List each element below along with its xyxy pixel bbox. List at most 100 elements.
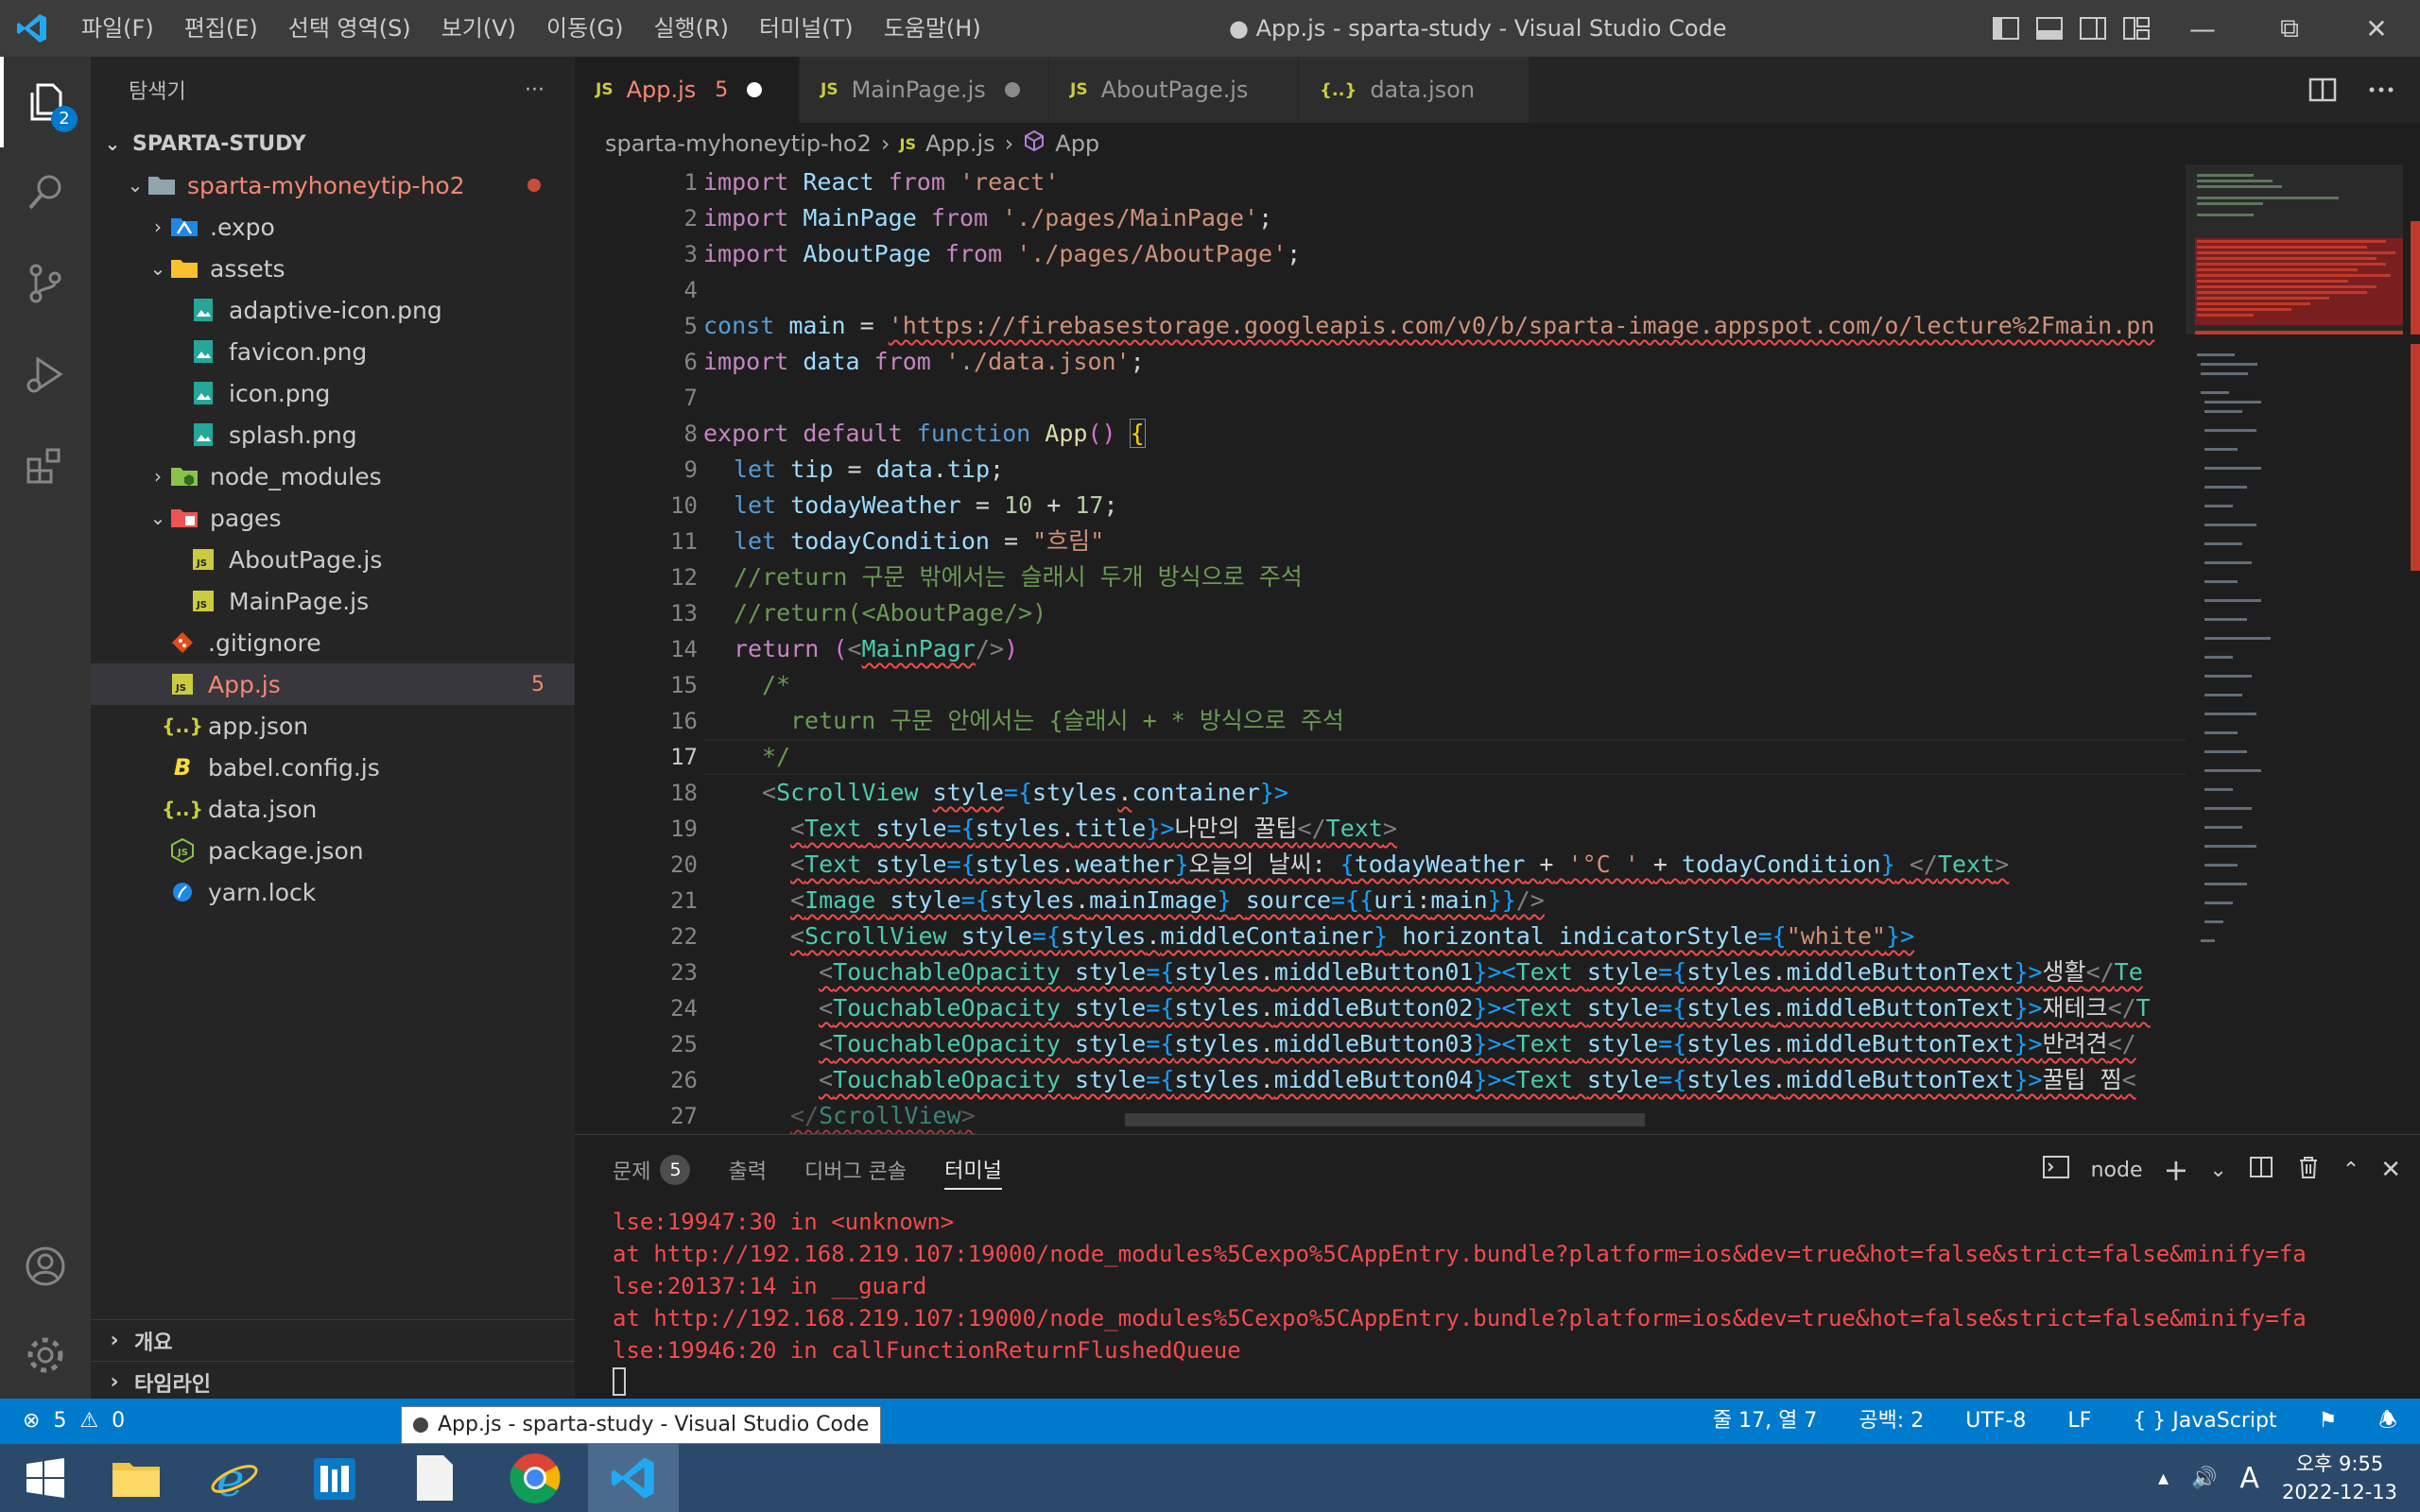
menu-run[interactable]: 실행(R) <box>638 0 744 57</box>
svg-text:JS: JS <box>196 558 207 569</box>
menu-file[interactable]: 파일(F) <box>66 0 169 57</box>
close-panel-icon[interactable]: ✕ <box>2380 1156 2401 1184</box>
encoding[interactable]: UTF-8 <box>1965 1399 2026 1444</box>
tree-folder-assets[interactable]: ⌄ assets <box>91 248 575 289</box>
node-folder-icon <box>170 462 199 490</box>
internet-explorer-icon[interactable]: e <box>189 1444 280 1512</box>
tree-file-babel-config[interactable]: B babel.config.js <box>91 747 575 788</box>
restore-icon[interactable]: ⧉ <box>2246 0 2333 57</box>
windows-start-icon[interactable] <box>0 1444 91 1512</box>
folder-open-icon <box>170 254 199 283</box>
trash-icon[interactable] <box>2295 1154 2322 1186</box>
tab-label: AboutPage.js <box>1100 77 1249 103</box>
clock[interactable]: 오후 9:55 2022-12-13 <box>2282 1450 2397 1506</box>
menu-edit[interactable]: 편집(E) <box>169 0 273 57</box>
menu-go[interactable]: 이동(G) <box>531 0 638 57</box>
tab-app-js[interactable]: JS App.js 5 <box>575 57 800 123</box>
tree-file-favicon[interactable]: favicon.png <box>91 331 575 372</box>
volume-icon[interactable]: 🔊 <box>2191 1467 2217 1490</box>
code-editor[interactable]: 1 2 3 4 5 6 7 8 9 10 11 12 13 14 15 16 17 18 19 20 21 22 23 24 2… <box>575 164 2193 1134</box>
tree-file-data-json[interactable]: {..} data.json <box>91 788 575 830</box>
breadcrumb-file[interactable]: App.js <box>925 130 995 157</box>
tree-file-splash[interactable]: splash.png <box>91 414 575 455</box>
chevron-up-icon[interactable]: ▴ <box>2158 1467 2169 1490</box>
explorer-icon[interactable]: 2 <box>0 57 91 147</box>
line-number: 20 <box>670 851 698 878</box>
workspace-root[interactable]: ⌄ SPARTA-STUDY <box>91 123 575 164</box>
new-terminal-icon[interactable]: + <box>2164 1152 2189 1188</box>
outline-section[interactable]: › 개요 <box>91 1319 575 1361</box>
extensions-icon[interactable] <box>0 420 91 510</box>
toggle-secondary-sidebar-icon[interactable] <box>2078 13 2108 43</box>
tree-file-yarn-lock[interactable]: yarn.lock <box>91 871 575 913</box>
tab-aboutpage-js[interactable]: JS AboutPage.js <box>1049 57 1299 123</box>
tab-terminal[interactable]: 터미널 <box>944 1150 1002 1190</box>
editor-tabs: JS App.js 5 JS MainPage.js JS AboutPage.… <box>575 57 2420 123</box>
tree-file-mainpage[interactable]: JS MainPage.js <box>91 580 575 622</box>
tree-item-label: MainPage.js <box>229 587 370 615</box>
customize-layout-icon[interactable] <box>2121 13 2152 43</box>
unsaved-dot-icon[interactable] <box>1004 82 1020 97</box>
more-actions-icon[interactable] <box>2365 74 2397 106</box>
file-explorer-icon[interactable] <box>91 1444 182 1512</box>
timeline-section[interactable]: › 타임라인 <box>91 1361 575 1402</box>
menu-selection[interactable]: 선택 영역(S) <box>273 0 426 57</box>
toggle-primary-sidebar-icon[interactable] <box>1991 13 2021 43</box>
tree-file-app-js[interactable]: JS App.js 5 <box>91 663 575 705</box>
minimap[interactable] <box>2186 164 2420 1134</box>
menu-view[interactable]: 보기(V) <box>426 0 531 57</box>
terminal-cursor[interactable] <box>613 1367 626 1396</box>
menu-help[interactable]: 도움말(H) <box>869 0 996 57</box>
cursor-position[interactable]: 줄 17, 열 7 <box>1713 1399 1817 1444</box>
chevron-down-icon[interactable]: ⌄ <box>2209 1159 2226 1182</box>
tree-file-app-json[interactable]: {..} app.json <box>91 705 575 747</box>
notifications-bell-icon[interactable]: 🕭 <box>2378 1399 2397 1444</box>
line-number: 26 <box>670 1067 698 1093</box>
split-terminal-icon[interactable] <box>2248 1154 2274 1186</box>
code-line: <Text style={styles.weather}오늘의 날씨: {tod… <box>790 850 2010 878</box>
status-right: 줄 17, 열 7 공백: 2 UTF-8 LF { } JavaScript … <box>1713 1399 2397 1444</box>
search-icon[interactable] <box>0 147 91 238</box>
tab-problems[interactable]: 문제 5 <box>613 1135 691 1205</box>
toggle-panel-icon[interactable] <box>2034 13 2065 43</box>
more-actions-icon[interactable]: ··· <box>525 78 544 102</box>
chevron-up-icon[interactable]: ⌃ <box>2342 1159 2360 1182</box>
store-app-icon[interactable] <box>289 1444 380 1512</box>
language-mode[interactable]: { } JavaScript <box>2133 1399 2276 1444</box>
tree-file-package-json[interactable]: JS package.json <box>91 830 575 871</box>
feedback-icon[interactable]: ⚑ <box>2319 1399 2338 1444</box>
ime-indicator[interactable]: A <box>2239 1462 2259 1495</box>
breadcrumb-symbol[interactable]: App <box>1055 130 1099 157</box>
tab-output[interactable]: 출력 <box>728 1135 766 1205</box>
tree-folder-node-modules[interactable]: › node_modules <box>91 455 575 497</box>
settings-gear-icon[interactable] <box>0 1310 91 1400</box>
tab-mainpage-js[interactable]: JS MainPage.js <box>800 57 1049 123</box>
problems-status[interactable]: ⊗ 5 ⚠ 0 <box>23 1399 125 1444</box>
source-control-icon[interactable] <box>0 238 91 329</box>
tree-folder-expo[interactable]: › .expo <box>91 206 575 248</box>
horizontal-scrollbar[interactable] <box>1125 1113 1645 1126</box>
blank-document-icon[interactable] <box>389 1444 480 1512</box>
run-debug-icon[interactable] <box>0 329 91 420</box>
tree-file-icon[interactable]: icon.png <box>91 372 575 414</box>
line-number: 14 <box>670 636 698 662</box>
chrome-icon[interactable] <box>490 1444 580 1512</box>
close-window-icon[interactable]: ✕ <box>2333 0 2420 57</box>
tree-folder-pages[interactable]: ⌄ pages <box>91 497 575 539</box>
tree-folder-sparta-myhoneytip-ho2[interactable]: ⌄ sparta-myhoneytip-ho2 <box>91 164 575 206</box>
terminal-name[interactable]: node <box>2091 1159 2143 1182</box>
tree-file-adaptive-icon[interactable]: adaptive-icon.png <box>91 289 575 331</box>
tab-data-json[interactable]: {..} data.json <box>1299 57 1530 123</box>
breadcrumb-folder[interactable]: sparta-myhoneytip-ho2 <box>605 130 872 157</box>
tree-file-gitignore[interactable]: .gitignore <box>91 622 575 663</box>
accounts-icon[interactable] <box>0 1221 91 1312</box>
split-editor-icon[interactable] <box>2307 74 2339 106</box>
end-of-line[interactable]: LF <box>2067 1399 2091 1444</box>
minimize-icon[interactable]: — <box>2159 0 2246 57</box>
tree-file-aboutpage[interactable]: JS AboutPage.js <box>91 539 575 580</box>
indentation[interactable]: 공백: 2 <box>1858 1399 1924 1444</box>
menu-terminal[interactable]: 터미널(T) <box>744 0 869 57</box>
vscode-taskbar-icon[interactable] <box>588 1444 679 1512</box>
tab-debug-console[interactable]: 디버그 콘솔 <box>804 1135 907 1205</box>
unsaved-dot-icon[interactable] <box>747 82 763 97</box>
